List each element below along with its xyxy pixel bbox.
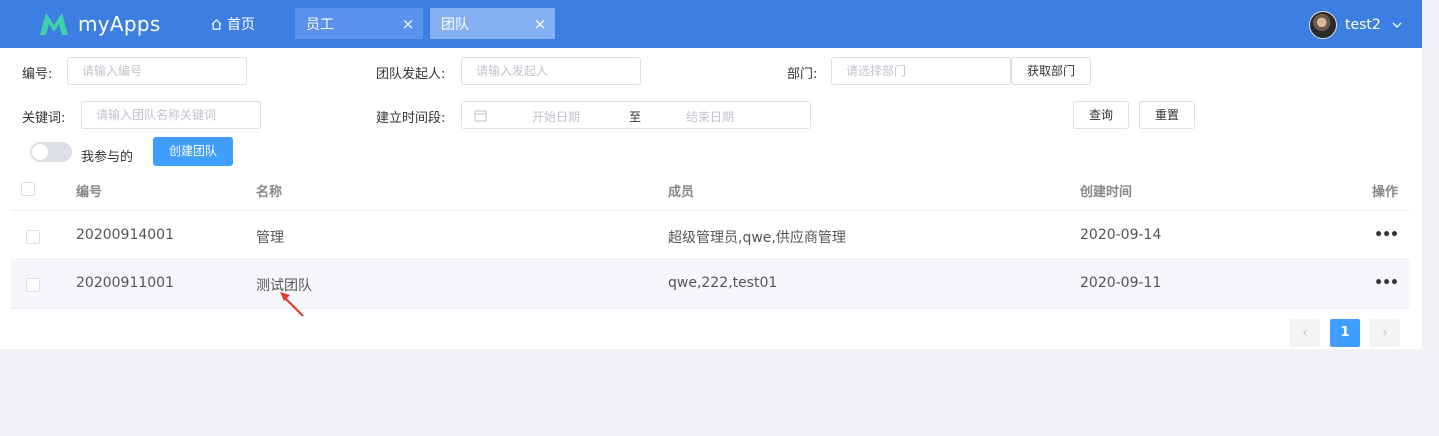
dept-select[interactable]: 请选择部门 [831,57,1011,85]
row-checkbox[interactable] [26,278,40,292]
app-logo[interactable]: myApps [38,10,161,38]
date-label: 建立时间段: [376,111,446,126]
initiator-input[interactable]: 请输入发起人 [461,57,641,85]
next-page-button[interactable]: › [1370,319,1400,347]
end-date-input[interactable]: 结束日期 [686,108,734,125]
team-list-panel: 编号: 请输入编号 团队发起人: 请输入发起人 部门: 请选择部门 获取部门 关… [0,48,1422,349]
more-actions-icon[interactable]: ••• [1374,275,1399,291]
tab-team-label: 团队 [441,16,469,33]
keyword-label: 关键词: [22,111,66,126]
query-button[interactable]: 查询 [1073,101,1129,129]
close-icon[interactable]: × [401,15,415,33]
select-all-checkbox[interactable] [21,182,35,196]
row-created: 2020-09-11 [1080,275,1162,291]
col-id: 编号 [76,185,103,200]
table-row[interactable]: 20200911001 测试团队 qwe,222,test01 2020-09-… [11,261,1410,309]
create-team-button[interactable]: 创建团队 [153,137,233,166]
id-input[interactable]: 请输入编号 [67,57,247,85]
avatar [1309,11,1337,39]
tab-team[interactable]: 团队 × [430,8,555,39]
row-checkbox[interactable] [26,230,40,244]
row-name[interactable]: 管理 [256,227,284,247]
tab-employee-label: 员工 [306,16,334,33]
tab-employee[interactable]: 员工 × [295,8,423,39]
id-label: 编号: [22,67,53,82]
home-nav-link[interactable]: 首页 [210,14,255,34]
mine-toggle[interactable] [30,142,72,162]
date-separator: 至 [629,110,642,124]
logo-icon [40,13,68,35]
col-actions: 操作 [1372,185,1399,200]
home-label: 首页 [227,17,255,33]
home-icon [211,18,222,30]
start-date-input[interactable]: 开始日期 [532,108,580,125]
date-range-picker[interactable]: 开始日期 至 结束日期 [461,101,811,129]
col-created: 创建时间 [1080,185,1133,200]
calendar-icon [474,110,487,122]
keyword-input[interactable]: 请输入团队名称关键词 [81,101,261,129]
more-actions-icon[interactable]: ••• [1374,227,1399,243]
mine-toggle-label: 我参与的 [81,150,134,165]
annotation-arrow-icon [280,292,304,317]
page-scrollbar[interactable] [1422,0,1439,436]
reset-button[interactable]: 重置 [1139,101,1195,129]
col-name: 名称 [256,185,283,200]
chevron-down-icon [1392,22,1402,28]
page-number-button[interactable]: 1 [1330,319,1360,347]
table-header: 编号 名称 成员 创建时间 操作 [11,170,1410,211]
user-menu[interactable]: test2 [1309,11,1403,39]
user-name: test2 [1345,17,1381,33]
prev-page-button[interactable]: ‹ [1290,319,1320,347]
close-icon[interactable]: × [533,15,547,33]
get-dept-button[interactable]: 获取部门 [1011,57,1091,85]
row-members: qwe,222,test01 [668,275,778,291]
initiator-label: 团队发起人: [376,67,446,82]
col-members: 成员 [668,185,695,200]
dept-label: 部门: [787,67,818,82]
top-navbar: myApps 首页 员工 × 团队 × test2 [0,0,1422,48]
table-row[interactable]: 20200914001 管理 超级管理员,qwe,供应商管理 2020-09-1… [11,212,1410,260]
row-created: 2020-09-14 [1080,227,1162,243]
row-id: 20200911001 [76,275,174,291]
row-members: 超级管理员,qwe,供应商管理 [668,230,846,246]
row-id: 20200914001 [76,227,174,243]
app-name: myApps [78,12,161,36]
